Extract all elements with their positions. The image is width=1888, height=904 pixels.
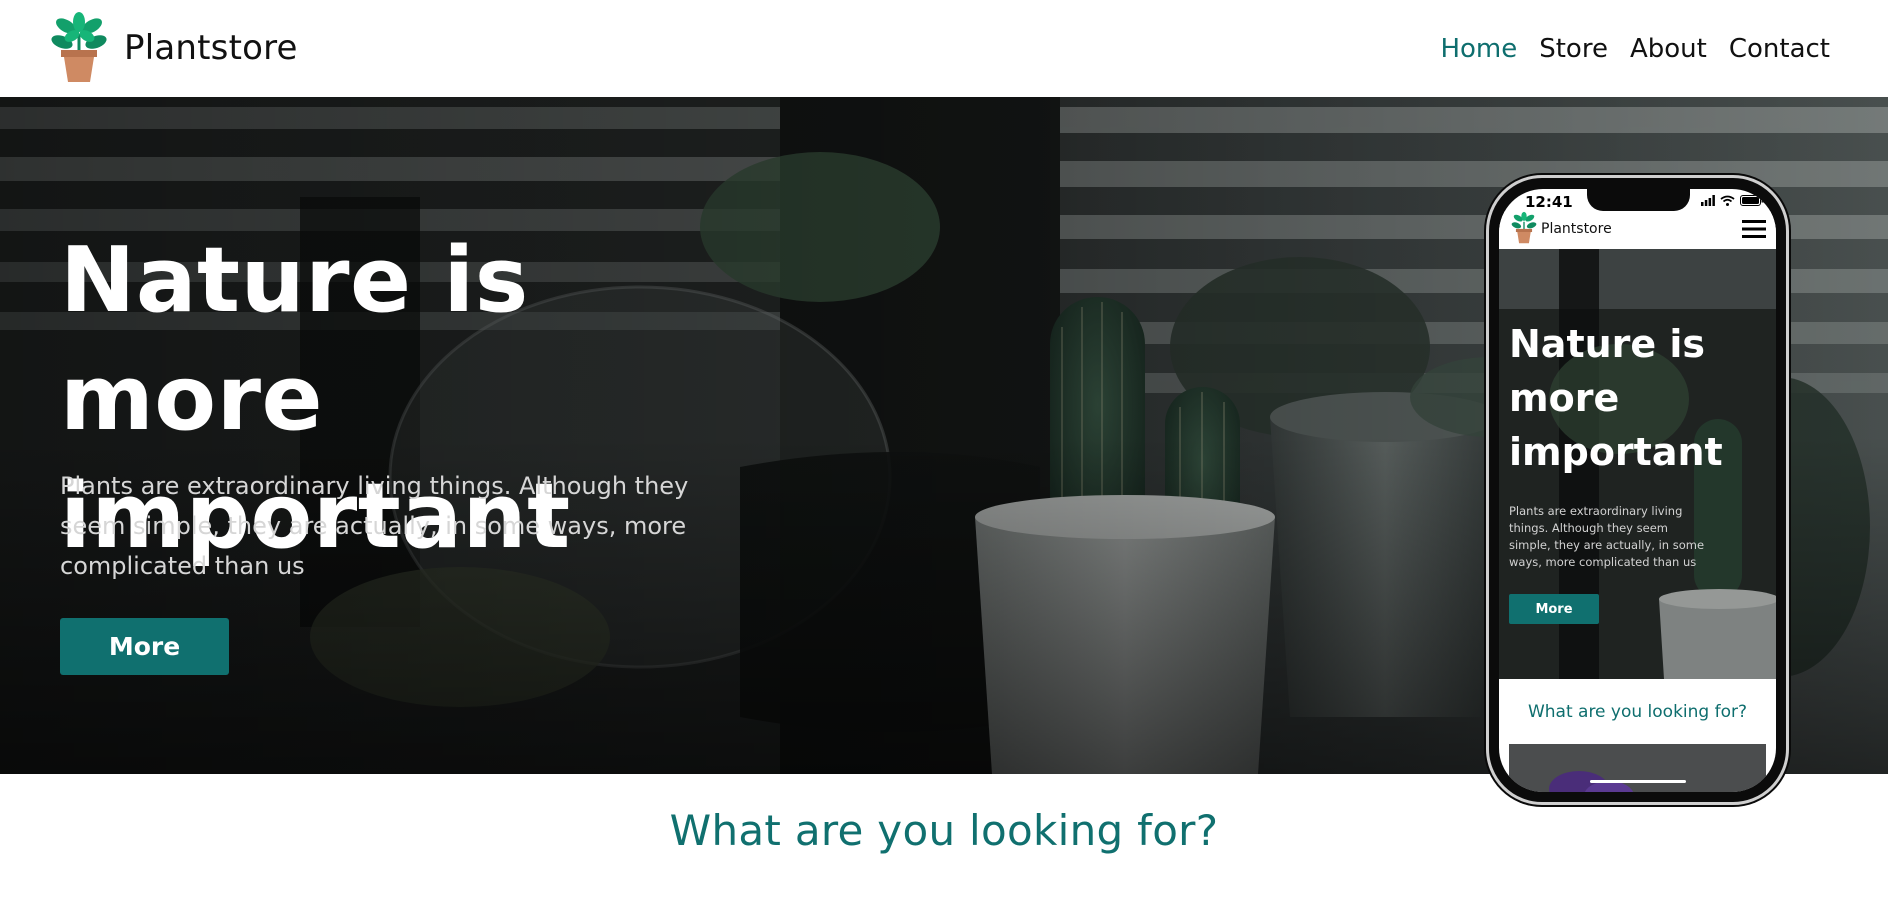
phone-notch [1587,189,1690,211]
phone-brand-name: Plantstore [1541,221,1612,237]
more-button[interactable]: More [60,618,229,675]
phone-site-header: Plantstore [1499,211,1776,249]
phone-hero-title: Nature is more important [1509,322,1723,474]
phone-mockup: 12:41 Plantstore Nature is more importan… [1486,175,1789,805]
main-nav: Home Store About Contact [1440,34,1830,64]
potted-plant-icon [51,12,107,82]
phone-hero-description: Plants are extraordinary living things. … [1509,504,1705,569]
phone-card-image [1509,744,1766,792]
hero-description: Plants are extraordinary living things. … [60,472,689,580]
nav-contact[interactable]: Contact [1729,34,1830,64]
battery-icon [1740,195,1764,206]
phone-hero-section: Nature is more important Plants are extr… [1499,249,1776,679]
phone-home-indicator [1590,780,1686,783]
phone-category-card[interactable] [1509,744,1766,792]
brand-name: Plantstore [124,28,298,68]
phone-screen: 12:41 Plantstore Nature is more importan… [1499,189,1776,792]
phone-time: 12:41 [1525,193,1573,211]
site-header: Plantstore Home Store About Contact [0,0,1888,97]
phone-status-icons [1701,195,1764,206]
potted-plant-icon [1511,211,1537,244]
section-title: What are you looking for? [669,806,1219,855]
nav-about[interactable]: About [1630,34,1707,64]
signal-icon [1701,195,1715,206]
brand-link[interactable]: Plantstore [50,12,298,84]
phone-section-title: What are you looking for? [1527,702,1748,722]
phone-more-button[interactable]: More [1509,594,1599,624]
wifi-icon [1720,195,1735,206]
nav-store[interactable]: Store [1539,34,1608,64]
nav-home[interactable]: Home [1440,34,1517,64]
hamburger-menu-icon[interactable] [1742,219,1766,239]
